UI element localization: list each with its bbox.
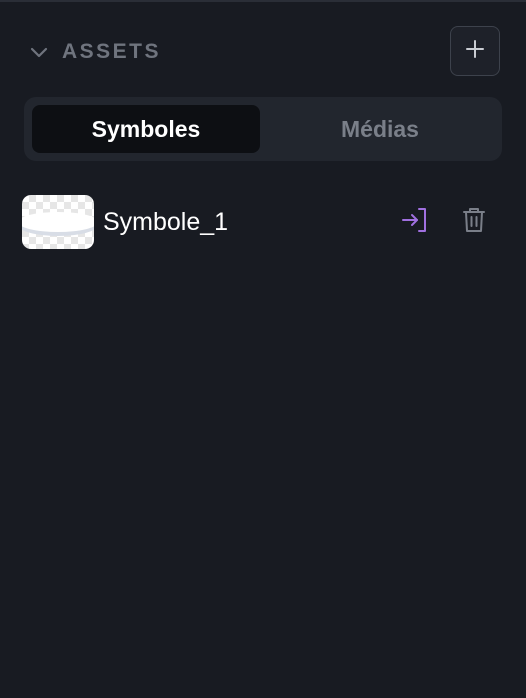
delete-asset-button[interactable] — [458, 206, 490, 238]
plus-icon — [465, 39, 485, 64]
chevron-down-icon[interactable] — [26, 40, 52, 66]
trash-icon — [461, 206, 487, 239]
enter-symbol-icon — [400, 206, 428, 239]
tab-medias[interactable]: Médias — [266, 105, 494, 153]
asset-thumbnail — [22, 195, 94, 249]
list-item[interactable]: Symbole_1 — [0, 192, 526, 252]
asset-type-tabs: Symboles Médias — [24, 97, 502, 161]
asset-name: Symbole_1 — [103, 208, 229, 236]
assets-panel: ASSETS Symboles Médias Symbole_1 — [0, 0, 526, 698]
enter-symbol-button[interactable] — [398, 206, 430, 238]
tab-symboles[interactable]: Symboles — [32, 105, 260, 153]
section-title: ASSETS — [62, 40, 162, 63]
add-asset-button[interactable] — [450, 26, 500, 76]
assets-header: ASSETS — [0, 2, 526, 102]
